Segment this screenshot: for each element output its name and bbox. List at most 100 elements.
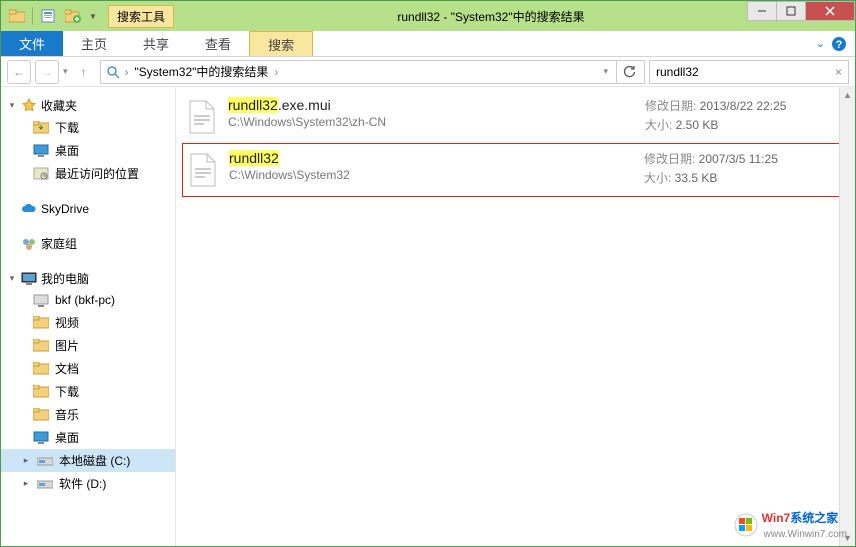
sidebar-item-downloads[interactable]: 下载 <box>1 116 175 139</box>
sidebar-item-label: 软件 (D:) <box>59 475 106 492</box>
sidebar-item-desktop[interactable]: 桌面 <box>1 426 175 449</box>
address-bar: ← → ▾ ↑ › "System32"中的搜索结果 › ▾ × <box>1 57 855 87</box>
qat-dropdown-icon[interactable]: ▼ <box>86 5 100 27</box>
sidebar-item-label: 下载 <box>55 383 79 400</box>
computer-icon <box>21 271 37 287</box>
homegroup-icon <box>21 236 37 252</box>
result-filename: rundll32 <box>229 150 634 166</box>
search-result-item[interactable]: rundll32 C:\Windows\System32 修改日期: 2007/3/… <box>182 143 849 197</box>
result-metadata: 修改日期: 2013/8/22 22:25大小: 2.50 KB <box>645 97 845 137</box>
sidebar-item-downloads[interactable]: 下载 <box>1 380 175 403</box>
folder-icon <box>33 338 49 354</box>
sidebar-mypc: ▾ 我的电脑 bkf (bkf-pc) 视频 图片 文档 下载 音乐 桌面 ▸ 本… <box>1 268 175 495</box>
close-button[interactable] <box>805 1 855 21</box>
tab-file[interactable]: 文件 <box>1 31 63 56</box>
file-icon <box>186 97 218 137</box>
folder-icon[interactable] <box>5 5 29 27</box>
separator <box>32 7 33 25</box>
maximize-button[interactable] <box>776 1 806 21</box>
address-dropdown-icon[interactable]: ▾ <box>599 66 612 77</box>
folder-icon <box>33 315 49 331</box>
sidebar-item-label: 文档 <box>55 360 79 377</box>
address-box[interactable]: › "System32"中的搜索结果 › ▾ <box>100 60 645 84</box>
chevron-right-icon: ▸ <box>21 455 31 466</box>
sidebar-favorites-header[interactable]: ▾ 收藏夹 <box>1 95 175 116</box>
watermark-url: www.Winwin7.com <box>764 529 847 540</box>
sidebar-item-recent[interactable]: 最近访问的位置 <box>1 162 175 185</box>
recent-dropdown-icon[interactable]: ▾ <box>63 66 68 77</box>
sidebar-item-label: 音乐 <box>55 406 79 423</box>
sidebar-item-label: 最近访问的位置 <box>55 165 139 182</box>
folder-icon <box>33 361 49 377</box>
sidebar-item-desktop[interactable]: 桌面 <box>1 139 175 162</box>
chevron-right-icon[interactable]: › <box>274 65 278 79</box>
watermark-brand: Win7 <box>762 511 791 525</box>
sidebar-item-pictures[interactable]: 图片 <box>1 334 175 357</box>
chevron-down-icon: ▾ <box>7 273 17 284</box>
sidebar-homegroup-header[interactable]: 家庭组 <box>1 233 175 254</box>
chevron-right-icon: ▸ <box>21 478 31 489</box>
vertical-scrollbar[interactable]: ▲ ▼ <box>839 87 855 546</box>
titlebar: ▼ 搜索工具 rundll32 - "System32"中的搜索结果 <box>1 1 855 31</box>
sidebar-item-drive-d[interactable]: ▸ 软件 (D:) <box>1 472 175 495</box>
sidebar-item-label: 桌面 <box>55 429 79 446</box>
up-button[interactable]: ↑ <box>72 60 96 84</box>
svg-text:?: ? <box>836 39 843 51</box>
sidebar-mypc-header[interactable]: ▾ 我的电脑 <box>1 268 175 289</box>
drive-icon <box>37 453 53 469</box>
sidebar-item-network-pc[interactable]: bkf (bkf-pc) <box>1 289 175 311</box>
forward-button[interactable]: → <box>35 60 59 84</box>
windows-logo-icon <box>734 513 758 537</box>
search-tools-tab[interactable]: 搜索工具 <box>108 5 174 28</box>
sidebar-item-documents[interactable]: 文档 <box>1 357 175 380</box>
sidebar-item-drive-c[interactable]: ▸ 本地磁盘 (C:) <box>1 449 175 472</box>
recent-icon <box>33 166 49 182</box>
desktop-icon <box>33 143 49 159</box>
tab-search[interactable]: 搜索 <box>249 31 313 56</box>
window-title: rundll32 - "System32"中的搜索结果 <box>174 8 748 25</box>
sidebar-item-label: 图片 <box>55 337 79 354</box>
navigation-pane: ▾ 收藏夹 下载 桌面 最近访问的位置 <box>1 87 176 546</box>
refresh-button[interactable] <box>616 60 640 84</box>
computer-icon <box>33 292 49 308</box>
sidebar-item-label: 视频 <box>55 314 79 331</box>
breadcrumb[interactable]: "System32"中的搜索结果 <box>133 63 271 80</box>
sidebar-item-label: 我的电脑 <box>41 270 89 287</box>
window-controls <box>748 1 855 31</box>
sidebar-item-label: 本地磁盘 (C:) <box>59 452 130 469</box>
result-path: C:\Windows\System32\zh-CN <box>228 115 635 129</box>
chevron-right-icon: › <box>125 65 129 79</box>
result-metadata: 修改日期: 2007/3/5 11:25大小: 33.5 KB <box>644 150 844 190</box>
search-input[interactable] <box>656 65 835 79</box>
sidebar-item-music[interactable]: 音乐 <box>1 403 175 426</box>
star-icon <box>21 98 37 114</box>
result-path: C:\Windows\System32 <box>229 168 634 182</box>
search-icon <box>105 64 121 80</box>
sidebar-item-label: 下载 <box>55 119 79 136</box>
watermark-brand: 系统之家 <box>790 511 838 525</box>
sidebar-item-label: 家庭组 <box>41 235 77 252</box>
tab-view[interactable]: 查看 <box>187 31 249 56</box>
chevron-down-icon: ▾ <box>7 100 17 111</box>
folder-icon <box>33 407 49 423</box>
clear-search-icon[interactable]: × <box>835 65 842 79</box>
tab-home[interactable]: 主页 <box>63 31 125 56</box>
help-icon[interactable]: ? <box>831 36 847 52</box>
scroll-up-icon[interactable]: ▲ <box>840 87 855 103</box>
new-folder-icon[interactable] <box>61 5 85 27</box>
search-box[interactable]: × <box>649 60 849 84</box>
sidebar-favorites: ▾ 收藏夹 下载 桌面 最近访问的位置 <box>1 95 175 185</box>
sidebar-item-label: bkf (bkf-pc) <box>55 293 115 307</box>
sidebar-skydrive-header[interactable]: SkyDrive <box>1 199 175 219</box>
ribbon-expand-icon[interactable]: ⌄ <box>816 37 825 50</box>
tab-share[interactable]: 共享 <box>125 31 187 56</box>
quick-access-toolbar: ▼ <box>1 1 104 31</box>
back-button[interactable]: ← <box>7 60 31 84</box>
properties-icon[interactable] <box>36 5 60 27</box>
search-result-item[interactable]: rundll32.exe.muiC:\Windows\System32\zh-C… <box>182 91 849 143</box>
sidebar-item-videos[interactable]: 视频 <box>1 311 175 334</box>
sidebar-item-label: SkyDrive <box>41 202 89 216</box>
drive-icon <box>37 476 53 492</box>
minimize-button[interactable] <box>747 1 777 21</box>
sidebar-item-label: 桌面 <box>55 142 79 159</box>
